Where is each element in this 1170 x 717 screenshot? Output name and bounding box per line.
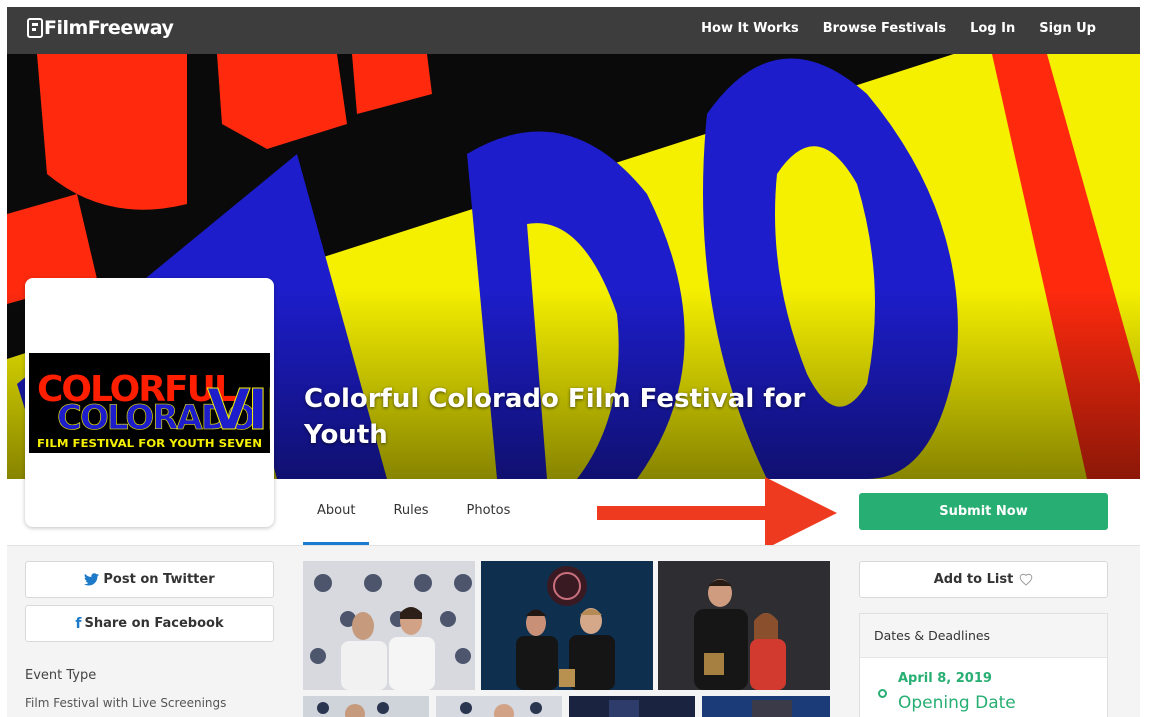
dates-and-deadlines-panel: Dates & Deadlines April 8, 2019 Opening …	[859, 613, 1108, 717]
photo-3-image	[658, 561, 830, 690]
photo-7-image	[702, 696, 830, 717]
logo-tagline: FILM FESTIVAL FOR YOUTH SEVEN	[37, 437, 262, 450]
festival-logo-image: COLORFUL COLORADO VII FILM FESTIVAL FOR …	[29, 353, 270, 453]
nav-sign-up[interactable]: Sign Up	[1039, 21, 1096, 36]
heart-outline-icon	[1019, 573, 1033, 586]
festival-title: Colorful Colorado Film Festival for Yout…	[304, 384, 806, 450]
nav-how-it-works[interactable]: How It Works	[701, 21, 799, 36]
opening-date-label: Opening Date	[898, 693, 1016, 713]
festival-tabs: About Rules Photos	[302, 490, 548, 545]
festival-logo-card: COLORFUL COLORADO VII FILM FESTIVAL FOR …	[25, 278, 274, 527]
timeline-dot-icon	[878, 689, 887, 698]
photo-4-image	[303, 696, 429, 717]
photo-2-image	[481, 561, 653, 690]
tab-about[interactable]: About	[302, 490, 371, 545]
top-navigation: FilmFreeway How It Works Browse Festival…	[7, 7, 1140, 54]
logo-line3: VII	[207, 378, 270, 443]
post-on-twitter-button[interactable]: Post on Twitter	[25, 561, 274, 598]
facebook-f-icon: f	[75, 615, 82, 632]
opening-date-value: April 8, 2019	[898, 671, 992, 686]
festival-photo-7[interactable]	[702, 696, 830, 717]
festival-photo-2[interactable]	[481, 561, 653, 690]
tab-photos[interactable]: Photos	[467, 490, 511, 545]
festival-photo-1[interactable]	[303, 561, 475, 690]
brand-name: FilmFreeway	[44, 17, 174, 39]
festival-photo-4[interactable]	[303, 696, 429, 717]
nav-browse-festivals[interactable]: Browse Festivals	[823, 21, 946, 36]
photo-5-image	[436, 696, 562, 717]
share-on-facebook-button[interactable]: f Share on Facebook	[25, 605, 274, 642]
festival-photo-3[interactable]	[658, 561, 830, 690]
photo-1-image	[303, 561, 475, 690]
festival-photo-6[interactable]	[569, 696, 695, 717]
add-to-list-label: Add to List	[933, 572, 1014, 587]
facebook-label: Share on Facebook	[84, 616, 224, 631]
add-to-list-button[interactable]: Add to List	[859, 561, 1108, 598]
nav-log-in[interactable]: Log In	[970, 21, 1015, 36]
dates-heading: Dates & Deadlines	[860, 614, 1107, 658]
event-type-value: Film Festival with Live Screenings	[25, 696, 227, 710]
twitter-bird-icon	[84, 573, 100, 586]
red-arrow-icon	[597, 477, 837, 549]
filmfreeway-logo[interactable]: FilmFreeway	[27, 17, 174, 39]
nav-links: How It Works Browse Festivals Log In Sig…	[701, 21, 1096, 36]
tab-rules[interactable]: Rules	[393, 490, 428, 545]
event-type-heading: Event Type	[25, 668, 97, 683]
filmfreeway-logo-icon	[27, 18, 43, 38]
festival-photo-5[interactable]	[436, 696, 562, 717]
twitter-label: Post on Twitter	[103, 572, 215, 587]
submit-now-button[interactable]: Submit Now	[859, 493, 1108, 530]
photo-6-image	[569, 696, 695, 717]
